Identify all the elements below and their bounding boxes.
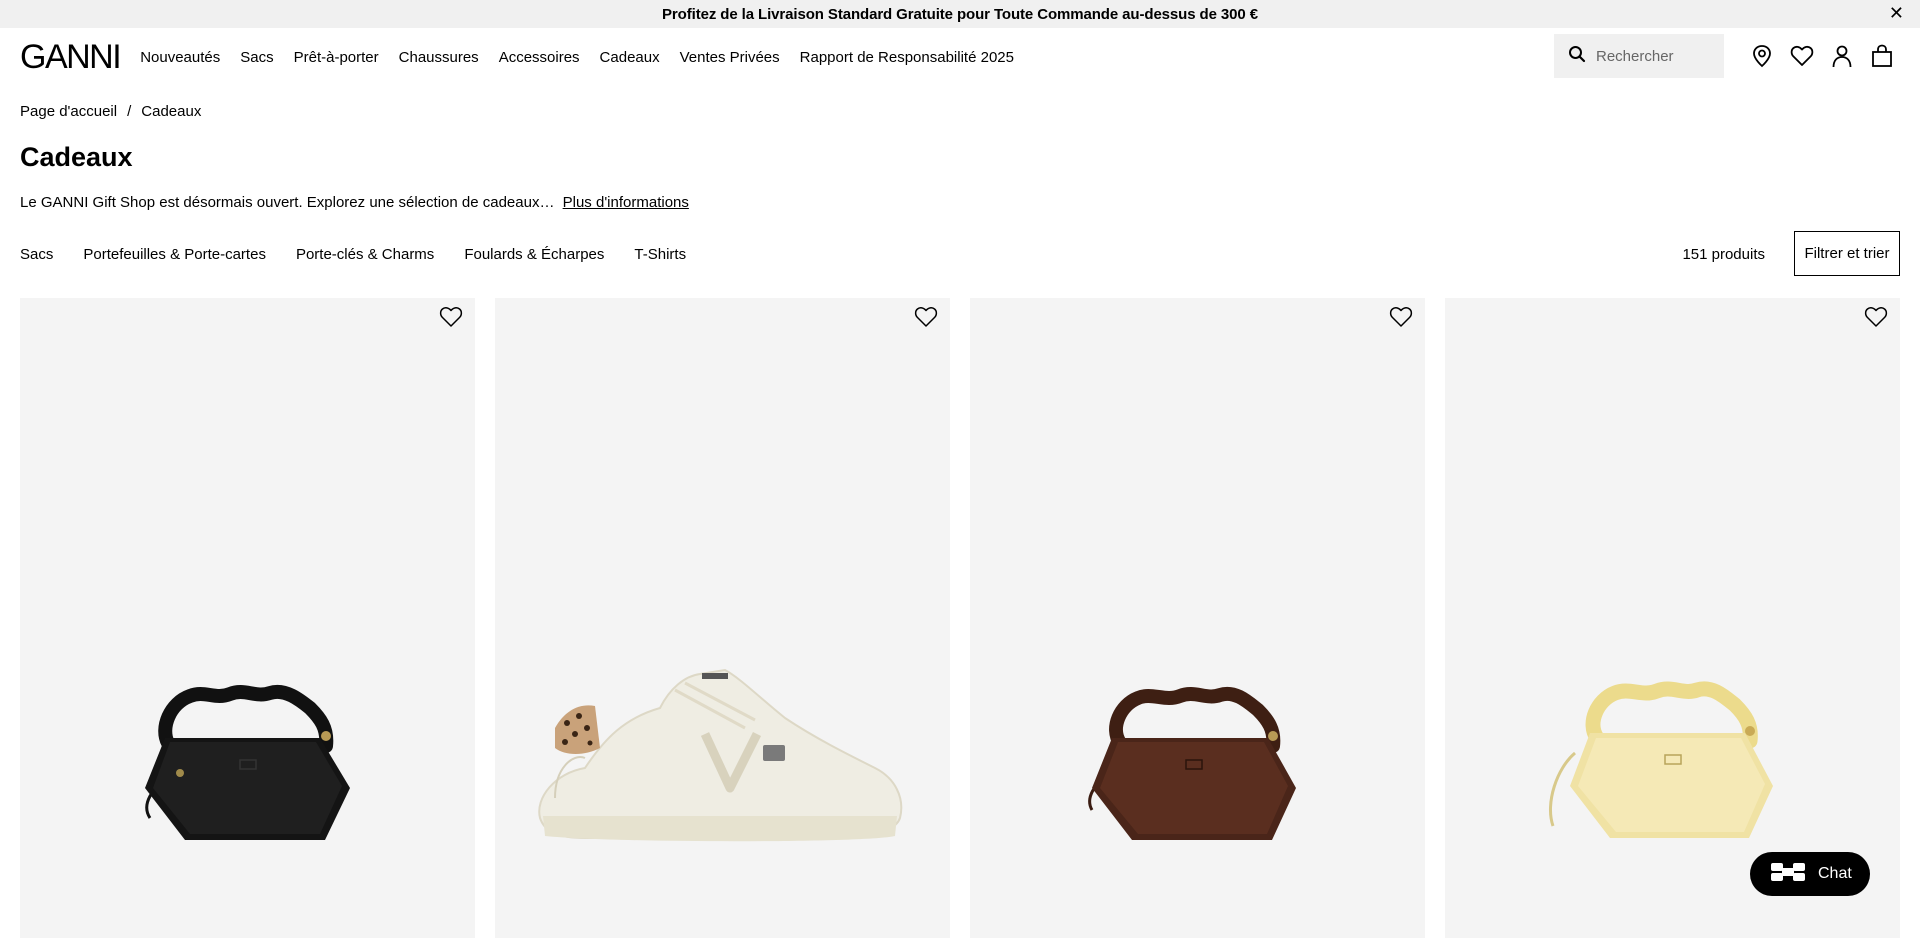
product-card[interactable] [970,298,1425,938]
breadcrumb: Page d'accueil / Cadeaux [20,103,201,120]
page-title: Cadeaux [20,142,133,172]
product-count: 151 produits [1682,246,1765,263]
announcement-text: Profitez de la Livraison Standard Gratui… [662,5,1258,23]
breadcrumb-item-home[interactable]: Page d'accueil [20,103,117,120]
product-image[interactable] [1445,298,1900,938]
subcategory-t-shirts[interactable]: T-Shirts [634,246,686,263]
header-actions [1554,34,1902,78]
intro-text: Le GANNI Gift Shop est désormais ouvert.… [20,194,555,211]
bag-icon[interactable] [1862,36,1902,76]
wishlist-heart-icon[interactable] [1389,306,1415,330]
logo[interactable]: GANNI [20,40,122,74]
search-icon [1568,45,1586,68]
site-header: GANNI Nouveautés Sacs Prêt-à-porter Chau… [0,28,1920,86]
subcategory-porte-cles[interactable]: Porte-clés & Charms [296,246,434,263]
nav-item-ventes-privees[interactable]: Ventes Privées [670,49,790,66]
product-image[interactable] [970,298,1425,938]
product-card[interactable] [1445,298,1900,938]
nav-item-sacs[interactable]: Sacs [230,49,283,66]
close-icon[interactable]: ✕ [1889,4,1904,22]
main-nav: Nouveautés Sacs Prêt-à-porter Chaussures… [130,49,1024,66]
nav-item-cadeaux[interactable]: Cadeaux [590,49,670,66]
product-grid [20,298,1900,938]
search-input[interactable] [1596,47,1716,65]
more-info-link[interactable]: Plus d'informations [563,194,689,211]
product-image[interactable] [20,298,475,938]
search-box[interactable] [1554,34,1724,78]
user-icon[interactable] [1822,36,1862,76]
nav-item-chaussures[interactable]: Chaussures [389,49,489,66]
announcement-bar: Profitez de la Livraison Standard Gratui… [0,0,1920,28]
subcategory-portefeuilles[interactable]: Portefeuilles & Porte-cartes [83,246,266,263]
wishlist-heart-icon[interactable] [1864,306,1890,330]
product-card[interactable] [20,298,475,938]
wishlist-heart-icon[interactable] [914,306,940,330]
product-card[interactable] [495,298,950,938]
subcategory-foulards[interactable]: Foulards & Écharpes [464,246,604,263]
page-intro: Le GANNI Gift Shop est désormais ouvert.… [20,194,689,211]
nav-item-accessoires[interactable]: Accessoires [489,49,590,66]
chat-button[interactable]: Chat [1750,852,1870,896]
breadcrumb-separator: / [127,103,132,120]
chat-label: Chat [1818,865,1852,882]
subcategory-sacs[interactable]: Sacs [20,246,53,263]
chat-logo-icon [1770,861,1806,888]
product-image[interactable] [495,298,950,938]
nav-item-rapport[interactable]: Rapport de Responsabilité 2025 [790,49,1024,66]
heart-icon[interactable] [1782,36,1822,76]
subcategory-nav: Sacs Portefeuilles & Porte-cartes Porte-… [20,246,686,263]
breadcrumb-item-cadeaux[interactable]: Cadeaux [141,103,201,120]
nav-item-nouveautes[interactable]: Nouveautés [130,49,230,66]
location-pin-icon[interactable] [1742,36,1782,76]
wishlist-heart-icon[interactable] [439,306,465,330]
filter-sort-button[interactable]: Filtrer et trier [1794,231,1900,276]
nav-item-pret-a-porter[interactable]: Prêt-à-porter [284,49,389,66]
